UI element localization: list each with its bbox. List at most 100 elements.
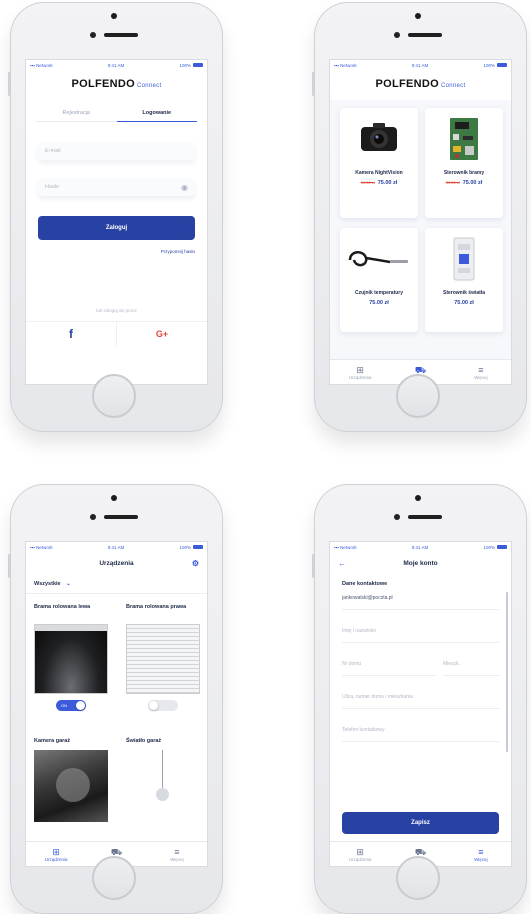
sensor-dot bbox=[90, 32, 96, 38]
status-bar: ▪▪▪ Network 9:41 AM 100% bbox=[26, 60, 207, 70]
camera-feed bbox=[34, 750, 108, 822]
status-bar: ▪▪▪ Network 9:41 AM 100% bbox=[26, 542, 207, 552]
device-card[interactable]: Światło garaż bbox=[126, 738, 200, 822]
product-image bbox=[340, 228, 418, 290]
name-field[interactable]: Imię i nazwisko bbox=[342, 620, 499, 643]
time-label: 9:41 AM bbox=[411, 62, 429, 68]
home-button[interactable] bbox=[92, 856, 136, 900]
status-bar: ▪▪▪ Network 9:41 AM 100% bbox=[330, 542, 511, 552]
back-arrow-icon[interactable]: ← bbox=[338, 559, 346, 568]
save-button[interactable]: Zapisz bbox=[342, 812, 499, 834]
product-price: 75.00 zł bbox=[369, 300, 389, 306]
password-field[interactable]: Hasło ◉ bbox=[38, 178, 195, 196]
apartment-field[interactable]: Mieszk. bbox=[443, 653, 499, 676]
signal-icon: ▪▪▪ bbox=[30, 62, 35, 68]
battery-label: 100% bbox=[179, 545, 203, 550]
product-price: 99.00 zł 75.00 zł bbox=[360, 180, 398, 186]
home-button[interactable] bbox=[396, 856, 440, 900]
grid-icon: ⊞ bbox=[356, 364, 364, 375]
switch-product-icon bbox=[453, 237, 475, 281]
tab-devices[interactable]: ⊞ Urządzenia bbox=[26, 842, 86, 866]
brand-logo: POLFENDO Connect bbox=[330, 70, 511, 100]
tab-more[interactable]: ≡ Więcej bbox=[451, 842, 511, 866]
google-icon: G+ bbox=[155, 329, 169, 339]
battery-icon bbox=[192, 63, 203, 68]
cart-icon: ⛟ bbox=[414, 846, 427, 857]
home-button[interactable] bbox=[92, 374, 136, 418]
camera-dot bbox=[111, 495, 117, 501]
product-price: 75.00 zł bbox=[454, 300, 474, 306]
battery-icon bbox=[496, 63, 507, 68]
lamp-cord bbox=[162, 750, 163, 790]
sensor-dot bbox=[394, 514, 400, 520]
product-name: Kamera NightVision bbox=[355, 170, 403, 176]
tab-login[interactable]: Logowanie bbox=[116, 110, 197, 122]
scrollbar[interactable] bbox=[506, 592, 508, 752]
battery-label: 100% bbox=[179, 63, 203, 68]
carrier-label: ▪▪▪ Network bbox=[334, 62, 357, 68]
status-bar: ▪▪▪ Network 9:41 AM 100% bbox=[330, 60, 511, 70]
camera-dot bbox=[111, 13, 117, 19]
street-field[interactable]: Ulica, numer domu i mieszkania bbox=[342, 686, 499, 709]
earpiece-speaker bbox=[104, 33, 138, 37]
sensor-dot bbox=[90, 514, 96, 520]
login-button[interactable]: Zaloguj bbox=[38, 216, 195, 240]
earpiece-speaker bbox=[408, 33, 442, 37]
phone-field[interactable]: Telefon kontaktowy bbox=[342, 719, 499, 742]
tab-more[interactable]: ≡ Więcej bbox=[451, 360, 511, 384]
product-card[interactable]: Sterownik światła 75.00 zł bbox=[425, 228, 503, 332]
battery-icon bbox=[496, 545, 507, 550]
home-button[interactable] bbox=[396, 374, 440, 418]
chevron-down-icon: ⌄ bbox=[66, 581, 71, 587]
feed-highlight bbox=[56, 768, 90, 802]
page-title: Moje konto bbox=[403, 560, 438, 567]
phone-account: ▪▪▪ Network 9:41 AM 100% ← Moje konto Da… bbox=[312, 484, 527, 914]
page-title: Urządzenia bbox=[99, 560, 134, 567]
social-buttons: f G+ bbox=[26, 321, 207, 346]
device-card[interactable]: Brama rolowana lewa ON bbox=[34, 604, 108, 711]
product-image bbox=[340, 108, 418, 170]
google-button[interactable]: G+ bbox=[117, 321, 207, 346]
product-card[interactable]: Kamera NightVision 99.00 zł 75.00 zł bbox=[340, 108, 418, 218]
light-preview bbox=[126, 750, 200, 822]
facebook-button[interactable]: f bbox=[26, 321, 117, 346]
signal-icon: ▪▪▪ bbox=[334, 544, 339, 550]
product-card[interactable]: Sterownik bramy 99.00 zł 75.00 zł bbox=[425, 108, 503, 218]
toggle-knob bbox=[149, 701, 158, 710]
house-number-field[interactable]: Nr domu bbox=[342, 653, 435, 676]
tab-devices[interactable]: ⊞ Urządzenia bbox=[330, 360, 390, 384]
tab-register[interactable]: Rejestracja bbox=[36, 110, 117, 122]
email-field[interactable]: E-mail bbox=[38, 142, 195, 160]
device-card[interactable]: Kamera garaż bbox=[34, 738, 108, 822]
device-toggle[interactable] bbox=[148, 700, 178, 711]
time-label: 9:41 AM bbox=[107, 544, 125, 550]
tab-devices[interactable]: ⊞ Urządzenia bbox=[330, 842, 390, 866]
product-image bbox=[425, 108, 503, 170]
brand-logo: POLFENDO Connect bbox=[71, 78, 162, 90]
menu-icon: ≡ bbox=[478, 364, 484, 375]
email-field[interactable]: jankowalski@poczta.pl bbox=[342, 587, 499, 610]
forgot-password-link[interactable]: Przypomnij hasło bbox=[26, 249, 195, 254]
device-toggle[interactable]: ON bbox=[56, 700, 86, 711]
earpiece-speaker bbox=[408, 515, 442, 519]
facebook-icon: f bbox=[69, 327, 73, 341]
carrier-label: ▪▪▪ Network bbox=[334, 544, 357, 550]
battery-icon bbox=[192, 545, 203, 550]
grid-icon: ⊞ bbox=[356, 846, 364, 857]
social-prompt: lub zaloguj się przez bbox=[96, 308, 137, 313]
eye-icon[interactable]: ◉ bbox=[181, 183, 188, 192]
filter-dropdown[interactable]: Wszystkie ⌄ bbox=[34, 581, 207, 587]
tab-more[interactable]: ≡ Więcej bbox=[147, 842, 207, 866]
phone-shop: ▪▪▪ Network 9:41 AM 100% POLFENDO Connect… bbox=[312, 2, 527, 432]
account-header: ← Moje konto bbox=[330, 559, 511, 568]
product-card[interactable]: Czujnik temperatury 75.00 zł bbox=[340, 228, 418, 332]
settings-gear-icon[interactable]: ⚙ bbox=[192, 559, 199, 568]
product-price: 99.00 zł 75.00 zł bbox=[445, 180, 483, 186]
toggle-knob bbox=[76, 701, 85, 710]
devices-screen: ▪▪▪ Network 9:41 AM 100% Urządzenia ⚙ Ws… bbox=[25, 541, 208, 867]
sensor-dot bbox=[394, 32, 400, 38]
device-name: Brama rolowana lewa bbox=[34, 604, 91, 610]
menu-icon: ≡ bbox=[478, 846, 484, 857]
devices-header: Urządzenia ⚙ bbox=[26, 559, 207, 568]
device-card[interactable]: Brama rolowana prawa bbox=[126, 604, 200, 711]
